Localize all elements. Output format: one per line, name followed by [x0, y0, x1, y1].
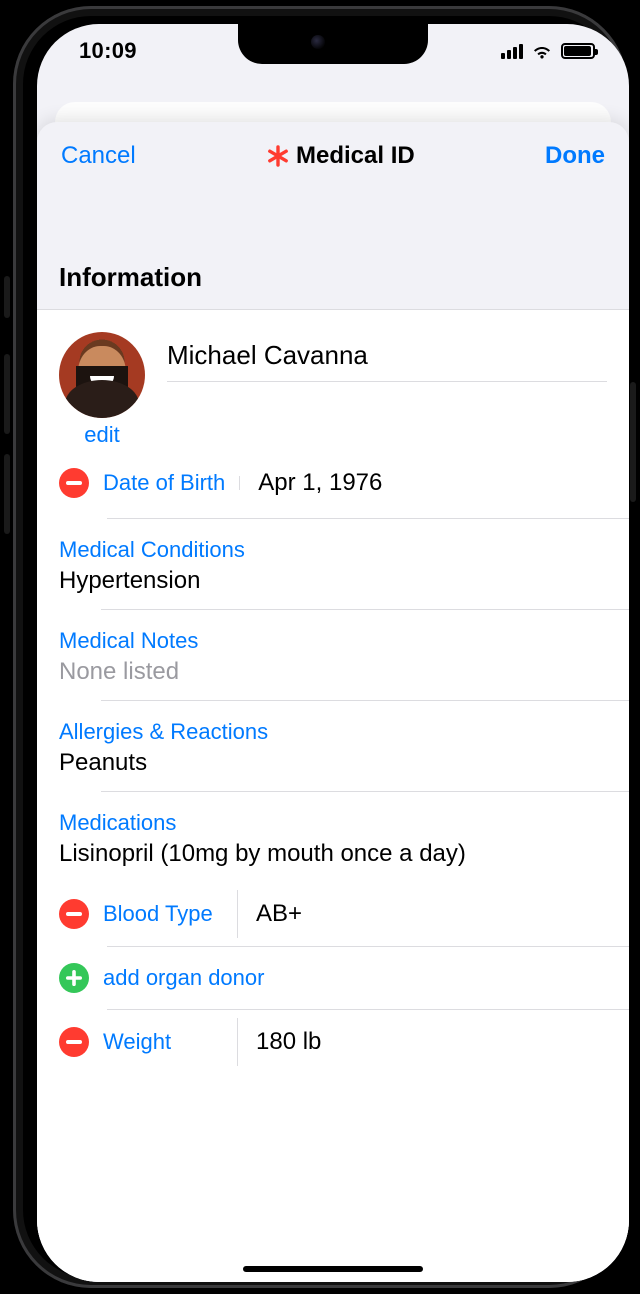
modal-sheet: Cancel Medical ID Done Information	[37, 122, 629, 1282]
medications-block[interactable]: Medications Lisinopril (10mg by mouth on…	[37, 792, 629, 882]
minus-icon	[66, 912, 82, 916]
name-field[interactable]: Michael Cavanna	[167, 336, 607, 382]
volume-up-button[interactable]	[4, 354, 10, 434]
battery-icon	[561, 43, 595, 59]
medications-label: Medications	[59, 810, 607, 836]
dob-value[interactable]: Apr 1, 1976	[240, 469, 629, 497]
mute-switch[interactable]	[4, 276, 10, 318]
notch	[238, 24, 428, 64]
weight-label[interactable]: Weight	[103, 1029, 237, 1055]
done-button[interactable]: Done	[545, 142, 605, 170]
medications-value[interactable]: Lisinopril (10mg by mouth once a day)	[59, 840, 607, 868]
page-title-text: Medical ID	[296, 142, 415, 170]
section-header-information: Information	[37, 190, 629, 309]
allergies-label: Allergies & Reactions	[59, 719, 607, 745]
minus-icon	[66, 1040, 82, 1044]
minus-icon	[66, 481, 82, 485]
status-icons	[501, 43, 595, 59]
page-title: Medical ID	[266, 142, 415, 170]
remove-dob-button[interactable]	[59, 468, 89, 498]
blood-type-row: Blood Type AB+	[37, 882, 629, 946]
conditions-label: Medical Conditions	[59, 537, 607, 563]
blood-type-value[interactable]: AB+	[238, 900, 629, 928]
allergies-block[interactable]: Allergies & Reactions Peanuts	[37, 701, 629, 791]
home-indicator[interactable]	[243, 1266, 423, 1272]
dob-row: Date of Birth Apr 1, 1976	[37, 448, 629, 518]
weight-value[interactable]: 180 lb	[238, 1028, 629, 1056]
allergies-value[interactable]: Peanuts	[59, 749, 607, 777]
conditions-value[interactable]: Hypertension	[59, 567, 607, 595]
add-organ-donor-button[interactable]	[59, 963, 89, 993]
status-time: 10:09	[79, 38, 137, 64]
notes-block[interactable]: Medical Notes None listed	[37, 610, 629, 700]
medical-asterisk-icon	[266, 144, 290, 168]
form-content[interactable]: Michael Cavanna edit Date of Birth Apr 1…	[37, 309, 629, 1282]
conditions-block[interactable]: Medical Conditions Hypertension	[37, 519, 629, 609]
add-organ-donor-row[interactable]: add organ donor	[37, 947, 629, 1009]
power-button[interactable]	[630, 382, 636, 502]
edit-photo-link[interactable]: edit	[59, 422, 145, 448]
profile-row: Michael Cavanna	[37, 310, 629, 418]
plus-icon	[66, 970, 82, 986]
nav-bar: Cancel Medical ID Done	[37, 122, 629, 190]
volume-down-button[interactable]	[4, 454, 10, 534]
remove-blood-type-button[interactable]	[59, 899, 89, 929]
screen: 10:09 Cancel	[37, 24, 629, 1282]
notes-placeholder[interactable]: None listed	[59, 658, 607, 686]
phone-frame: 10:09 Cancel	[13, 6, 627, 1288]
cellular-icon	[501, 43, 523, 59]
notes-label: Medical Notes	[59, 628, 607, 654]
dob-label[interactable]: Date of Birth	[103, 470, 225, 496]
avatar[interactable]	[59, 332, 145, 418]
remove-weight-button[interactable]	[59, 1027, 89, 1057]
wifi-icon	[531, 43, 553, 59]
blood-type-label[interactable]: Blood Type	[103, 901, 237, 927]
cancel-button[interactable]: Cancel	[61, 142, 136, 170]
add-organ-donor-label: add organ donor	[103, 965, 264, 991]
weight-row: Weight 180 lb	[37, 1010, 629, 1074]
